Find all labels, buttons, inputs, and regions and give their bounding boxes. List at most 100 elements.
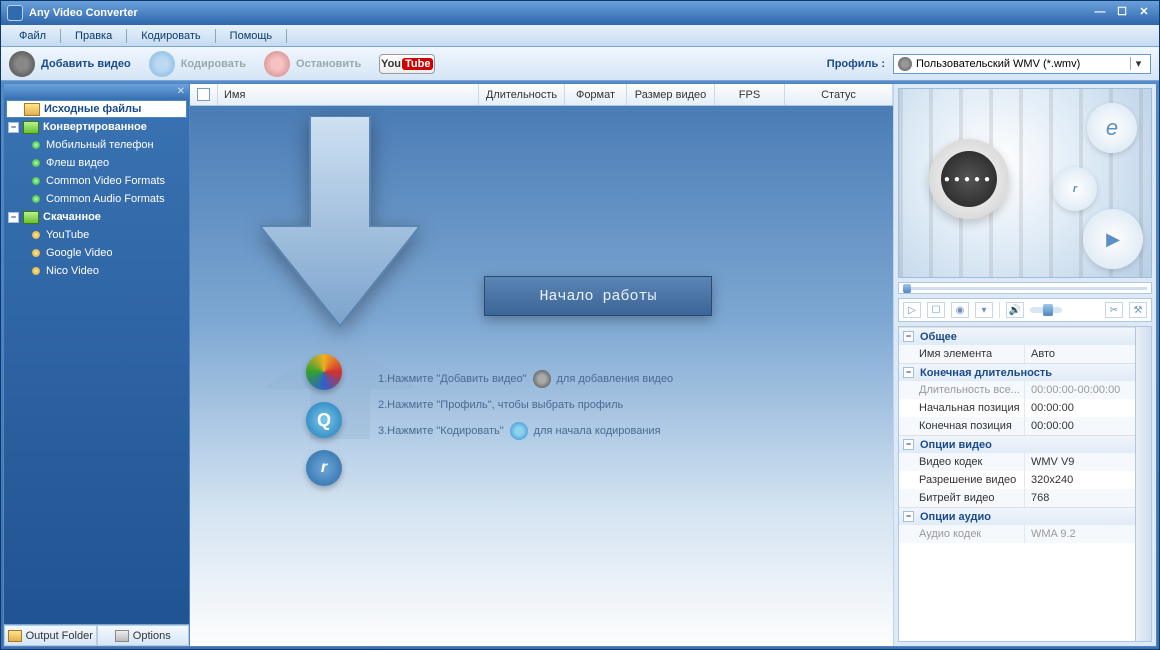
menu-file[interactable]: Файл xyxy=(5,30,60,42)
cut-button[interactable]: ✂ xyxy=(1105,302,1123,318)
snapshot-menu-button[interactable]: ▾ xyxy=(975,302,993,318)
tree-item[interactable]: Common Audio Formats xyxy=(6,190,187,208)
sidebar-header: ✕ xyxy=(4,84,189,98)
prop-row[interactable]: Начальная позиция00:00:00 xyxy=(899,399,1135,417)
folder-icon xyxy=(24,103,40,116)
tool-button[interactable]: ⚒ xyxy=(1129,302,1147,318)
collapse-icon[interactable]: − xyxy=(903,367,914,378)
menu-help[interactable]: Помощь xyxy=(216,30,287,42)
close-button[interactable]: ✕ xyxy=(1135,6,1153,20)
prop-row[interactable]: Конечная позиция00:00:00 xyxy=(899,417,1135,435)
start-button[interactable]: Начало работы xyxy=(484,276,712,316)
prop-row[interactable]: Длительность все...00:00:00-00:00:00 xyxy=(899,381,1135,399)
header-format[interactable]: Формат xyxy=(565,84,627,105)
bullet-icon xyxy=(32,249,40,257)
tree-item[interactable]: Google Video xyxy=(6,244,187,262)
gear-icon xyxy=(115,630,129,642)
collapse-icon[interactable]: − xyxy=(903,439,914,450)
header-fps[interactable]: FPS xyxy=(715,84,785,105)
seek-slider[interactable] xyxy=(898,282,1152,294)
tree-downloaded[interactable]: − Скачанное xyxy=(6,208,187,226)
profile-dropdown[interactable]: Пользовательский WMV (*.wmv) ▾ xyxy=(893,54,1151,74)
scrollbar[interactable] xyxy=(1135,327,1151,641)
properties-grid: −Общее Имя элементаАвто −Конечная длител… xyxy=(898,326,1152,642)
prop-row[interactable]: Аудио кодекWMA 9.2 xyxy=(899,525,1135,543)
player-controls: ▷ ☐ ◉ ▾ 🔊 ✂ ⚒ xyxy=(898,298,1152,322)
tree-item[interactable]: Флеш видео xyxy=(6,154,187,172)
snapshot-button[interactable]: ◉ xyxy=(951,302,969,318)
encode-icon xyxy=(149,51,175,77)
stop-button[interactable]: Остановить xyxy=(264,51,361,77)
header-duration[interactable]: Длительность xyxy=(479,84,565,105)
encode-button[interactable]: Кодировать xyxy=(149,51,246,77)
minimize-button[interactable]: — xyxy=(1091,6,1109,20)
prop-group-general[interactable]: −Общее xyxy=(899,327,1135,345)
list-header: Имя Длительность Формат Размер видео FPS… xyxy=(190,84,893,106)
menubar: Файл Правка Кодировать Помощь xyxy=(1,25,1159,47)
add-video-button[interactable]: Добавить видео xyxy=(9,51,131,77)
header-name[interactable]: Имя xyxy=(218,84,479,105)
prop-row[interactable]: Битрейт видео768 xyxy=(899,489,1135,507)
prop-row[interactable]: Разрешение видео320x240 xyxy=(899,471,1135,489)
folder-icon xyxy=(23,211,39,224)
collapse-icon[interactable]: − xyxy=(903,331,914,342)
profile-icon xyxy=(898,57,912,71)
stop-player-button[interactable]: ☐ xyxy=(927,302,945,318)
header-size[interactable]: Размер видео xyxy=(627,84,715,105)
bubble-icon xyxy=(1087,103,1137,153)
mute-button[interactable]: 🔊 xyxy=(1006,302,1024,318)
right-panel: ▷ ☐ ◉ ▾ 🔊 ✂ ⚒ −Общее Имя элементаАвто −К… xyxy=(894,84,1156,646)
play-button[interactable]: ▷ xyxy=(903,302,921,318)
stage: Начало работы 1.Нажмите "Добавить видео"… xyxy=(190,106,893,646)
prop-group-duration[interactable]: −Конечная длительность xyxy=(899,363,1135,381)
quicktime-icon xyxy=(306,402,342,438)
toolbar: Добавить видео Кодировать Остановить You… xyxy=(1,47,1159,81)
options-button[interactable]: Options xyxy=(97,625,190,646)
realplayer-icon xyxy=(306,450,342,486)
bubble-icon xyxy=(1053,167,1097,211)
steps-text: 1.Нажмите "Добавить видео"для добавления… xyxy=(378,366,673,444)
film-reel-icon xyxy=(9,51,35,77)
app-logo-icon xyxy=(7,5,23,21)
encode-step-icon xyxy=(510,422,528,440)
bullet-icon xyxy=(32,141,40,149)
collapse-icon[interactable]: − xyxy=(8,212,19,223)
bullet-icon xyxy=(32,267,40,275)
volume-slider[interactable] xyxy=(1030,307,1062,313)
prop-group-audio[interactable]: −Опции аудио xyxy=(899,507,1135,525)
tree-item[interactable]: Common Video Formats xyxy=(6,172,187,190)
prop-row[interactable]: Имя элементаАвто xyxy=(899,345,1135,363)
profile-label: Профиль : xyxy=(827,58,885,70)
collapse-icon[interactable]: − xyxy=(903,511,914,522)
bullet-icon xyxy=(32,177,40,185)
tree-item[interactable]: YouTube xyxy=(6,226,187,244)
main-panel: Имя Длительность Формат Размер видео FPS… xyxy=(190,84,894,646)
menu-encode[interactable]: Кодировать xyxy=(127,30,214,42)
film-icon xyxy=(533,370,551,388)
sidebar-footer: Output Folder Options xyxy=(4,624,189,646)
folder-icon xyxy=(8,630,22,642)
sidebar: ✕ Исходные файлы − Конвертированное Моби… xyxy=(4,84,190,646)
maximize-button[interactable]: ☐ xyxy=(1113,6,1131,20)
bullet-icon xyxy=(32,159,40,167)
tree-source-files[interactable]: Исходные файлы xyxy=(6,100,187,118)
output-folder-button[interactable]: Output Folder xyxy=(4,625,97,646)
collapse-icon[interactable]: − xyxy=(8,122,19,133)
sidebar-close-icon[interactable]: ✕ xyxy=(177,86,185,97)
reel-icon xyxy=(929,139,1009,219)
header-status[interactable]: Статус xyxy=(785,84,893,105)
dropdown-arrow-icon: ▾ xyxy=(1130,57,1146,70)
tree-item[interactable]: Мобильный телефон xyxy=(6,136,187,154)
prop-row[interactable]: Видео кодекWMV V9 xyxy=(899,453,1135,471)
header-checkbox[interactable] xyxy=(190,84,218,105)
app-window: Any Video Converter — ☐ ✕ Файл Правка Ко… xyxy=(0,0,1160,650)
titlebar: Any Video Converter — ☐ ✕ xyxy=(1,1,1159,25)
prop-group-video[interactable]: −Опции видео xyxy=(899,435,1135,453)
preview-area xyxy=(898,88,1152,278)
stop-icon xyxy=(264,51,290,77)
youtube-button[interactable]: YouTube xyxy=(379,54,435,74)
tree-item[interactable]: Nico Video xyxy=(6,262,187,280)
tree-converted[interactable]: − Конвертированное xyxy=(6,118,187,136)
play-bubble-icon xyxy=(1083,209,1143,269)
menu-edit[interactable]: Правка xyxy=(61,30,126,42)
